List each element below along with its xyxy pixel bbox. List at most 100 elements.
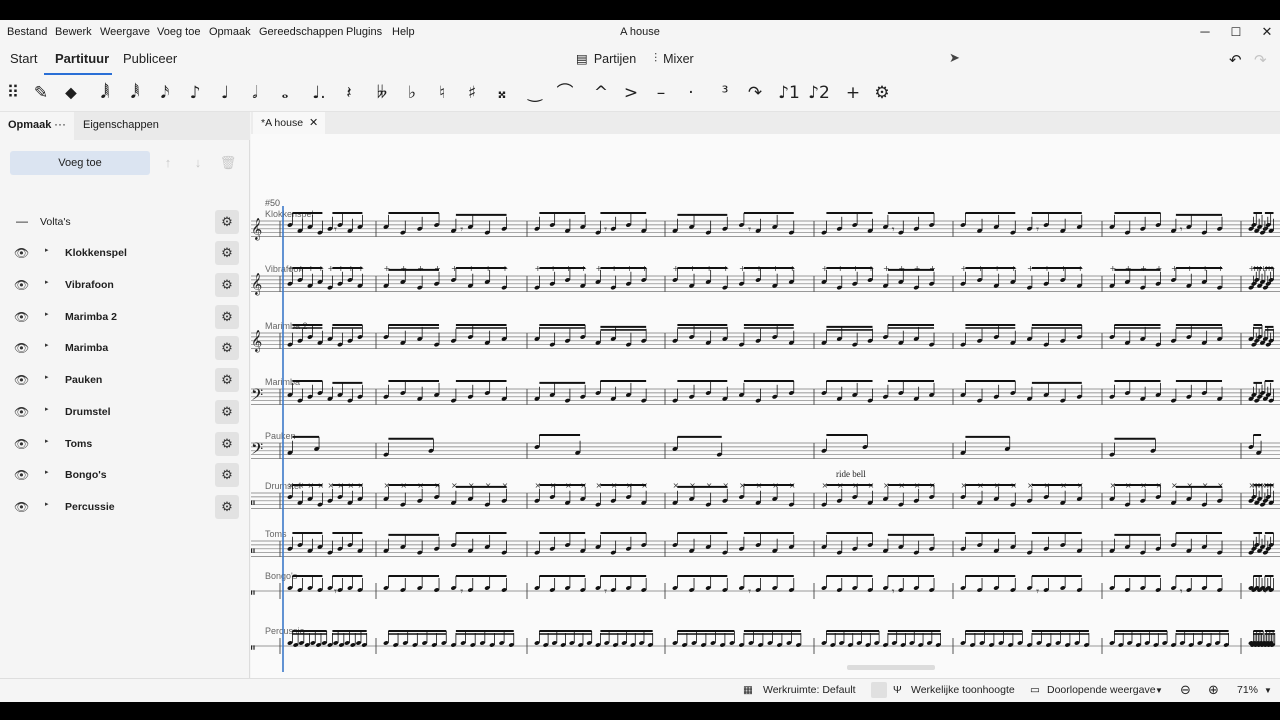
eye-icon[interactable]: 👁 [14,373,32,387]
sharp-icon[interactable]: ♯ [459,80,485,106]
eye-icon[interactable]: 👁 [14,500,32,514]
menu-opmaak[interactable]: Opmaak [209,26,251,38]
workspace-icon[interactable]: ▦ [743,684,753,696]
gear-icon[interactable]: ⚙ [215,210,239,234]
customize-toolbar-icon[interactable]: ⚙ [869,80,895,106]
expand-triangle-icon[interactable]: ▸ [45,278,49,286]
menu-bestand[interactable]: Bestand [7,26,47,38]
marcato-icon[interactable]: ^ [588,80,614,106]
panel-menu-icon[interactable]: ··· [54,117,66,131]
eye-icon[interactable]: 👁 [14,310,32,324]
tab-eigenschappen[interactable]: Eigenschappen [83,119,159,131]
undo-icon[interactable]: ↶ [1229,51,1242,69]
document-tab[interactable]: *A house ✕ [253,112,325,134]
instrument-row[interactable]: 👁 ▸ Marimba 2 ⚙ [0,303,250,331]
menu-gereedschappen[interactable]: Gereedschappen [259,26,343,38]
zoom-out-icon[interactable]: ⊖ [1180,682,1191,698]
staccato-icon[interactable]: · [678,80,704,106]
flat-icon[interactable]: ♭ [399,80,425,106]
expand-triangle-icon[interactable]: ▸ [45,341,49,349]
zoom-in-icon[interactable]: ⊕ [1208,682,1219,698]
duration-half-icon[interactable]: 𝅗𝅥 [242,80,268,106]
instrument-row[interactable]: 👁 ▸ Marimba ⚙ [0,334,250,362]
list-item-voltas[interactable]: — Volta's ⚙ [0,208,250,236]
eye-icon[interactable]: 👁 [14,246,32,260]
rest-icon[interactable]: 𝄽 [336,80,362,106]
double-sharp-icon[interactable]: 𝄪 [489,80,515,106]
voice-2-icon[interactable]: ♪2 [806,80,832,106]
expand-triangle-icon[interactable]: ▸ [45,437,49,445]
instrument-row[interactable]: 👁 ▸ Klokkenspel ⚙ [0,239,250,267]
duration-64th-icon[interactable]: 𝅘𝅥𝅲 [92,80,118,106]
expand-triangle-icon[interactable]: ▸ [45,310,49,318]
menu-weergave[interactable]: Weergave [100,26,150,38]
concert-pitch-label[interactable]: Werkelijke toonhoogte [911,684,1015,696]
expand-triangle-icon[interactable]: ▸ [45,373,49,381]
instrument-row[interactable]: 👁 ▸ Drumstel ⚙ [0,398,250,426]
gear-icon[interactable]: ⚙ [215,304,239,329]
eye-icon[interactable]: 👁 [14,278,32,292]
score-notation[interactable]: #50Klokkenspel𝄞 𝄾 𝄾 𝄾 𝄾 𝄾 𝄾 𝄾 𝄾Vibrafoon𝄞+ + + + + + +… [251,134,1280,680]
eye-icon[interactable]: 👁 [14,468,32,482]
eye-icon[interactable]: 👁 [14,341,32,355]
chevron-down-icon[interactable]: ▼ [1155,686,1163,695]
zoom-chevron-down-icon[interactable]: ▼ [1264,686,1272,695]
menu-plugins[interactable]: Plugins [346,26,382,38]
expand-triangle-icon[interactable]: ▸ [45,405,49,413]
menu-help[interactable]: Help [392,26,415,38]
instrument-row[interactable]: 👁 ▸ Bongo's ⚙ [0,461,250,489]
instrument-row[interactable]: 👁 ▸ Percussie ⚙ [0,493,250,521]
gear-icon[interactable]: ⚙ [215,272,239,297]
concert-pitch-checkbox[interactable] [871,682,887,698]
tenuto-icon[interactable]: – [648,80,674,106]
expand-triangle-icon[interactable]: ▸ [45,500,49,508]
close-icon[interactable]: ✕ [1254,23,1280,41]
menu-bewerk[interactable]: Bewerk [55,26,92,38]
tuplet-icon[interactable]: ³ [712,80,738,106]
delete-icon[interactable]: 🗑 [216,151,240,175]
mixer-button[interactable]: ⫶ Mixer [654,51,694,66]
horizontal-scrollbar[interactable] [847,665,935,670]
minimize-icon[interactable]: ─ [1192,23,1218,41]
expand-triangle-icon[interactable]: ▸ [45,468,49,476]
note-input-mode-icon[interactable]: ⬥ [58,80,84,106]
drag-handle-icon[interactable]: ⠿ [0,80,26,106]
move-down-icon[interactable]: ↓ [186,151,210,175]
add-icon[interactable]: + [840,80,866,106]
move-up-icon[interactable]: ↑ [156,151,180,175]
gear-icon[interactable]: ⚙ [215,368,239,392]
tab-start[interactable]: Start [10,51,37,66]
workspace-label[interactable]: Werkruimte: Default [763,684,856,696]
instrument-row[interactable]: 👁 ▸ Pauken ⚙ [0,366,250,394]
slur-icon[interactable]: ⌒ [552,80,578,106]
instrument-row[interactable]: 👁 ▸ Toms ⚙ [0,430,250,458]
redo-icon[interactable]: ↷ [1254,51,1267,69]
eye-icon[interactable]: 👁 [14,405,32,419]
parts-button[interactable]: ▤ Partijen [576,51,636,67]
maximize-icon[interactable]: ☐ [1223,23,1249,41]
expand-triangle-icon[interactable]: ▸ [45,246,49,254]
gear-icon[interactable]: ⚙ [215,241,239,265]
flip-direction-icon[interactable]: ↷ [742,80,768,106]
add-instrument-button[interactable]: Voeg toe [10,151,150,175]
duration-quarter-icon[interactable]: ♩ [212,80,238,106]
view-mode-select[interactable]: Doorlopende weergave [1047,684,1156,696]
score-canvas[interactable]: #50 Klokkenspel 𝄞 𝄾 𝄾 𝄾 𝄾 𝄾 𝄾 𝄾 𝄾 Vibrafoon 𝄞 + + + + + + +… [251,134,1280,680]
zoom-level[interactable]: 71% [1237,684,1258,696]
gear-icon[interactable]: ⚙ [215,495,239,519]
duration-32nd-icon[interactable]: 𝅘𝅥𝅱 [122,80,148,106]
tie-icon[interactable]: ‿ [522,80,548,106]
gear-icon[interactable]: ⚙ [215,336,239,361]
tab-opmaak[interactable]: Opmaak [8,119,51,131]
duration-eighth-icon[interactable]: ♪ [182,80,208,106]
duration-16th-icon[interactable]: 𝅘𝅥𝅯 [152,80,178,106]
double-flat-icon[interactable]: 𝄫 [369,80,395,106]
accent-icon[interactable]: > [618,80,644,106]
natural-icon[interactable]: ♮ [429,80,455,106]
gear-icon[interactable]: ⚙ [215,463,239,488]
menu-voeg-toe[interactable]: Voeg toe [157,26,200,38]
eye-icon[interactable]: 👁 [14,437,32,451]
tab-publiceer[interactable]: Publiceer [123,51,177,66]
voice-1-icon[interactable]: ♪1 [776,80,802,106]
close-tab-icon[interactable]: ✕ [309,112,318,134]
